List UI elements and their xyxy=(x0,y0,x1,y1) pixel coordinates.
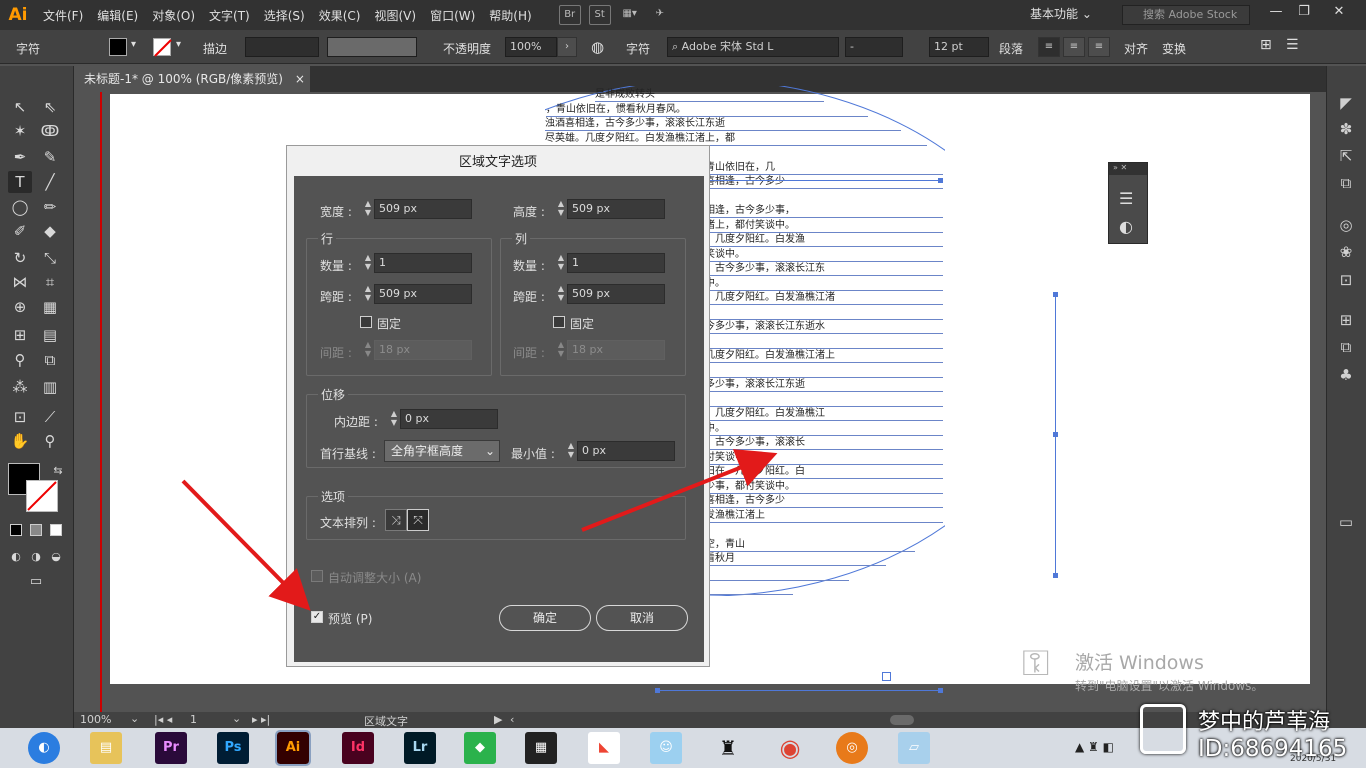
premiere-icon[interactable]: Pr xyxy=(155,732,187,764)
artboard-number-field[interactable]: 1 xyxy=(190,713,197,726)
chevron-left-icon[interactable]: ‹ xyxy=(510,713,514,726)
chat-app-icon[interactable]: ☺ xyxy=(650,732,682,764)
author-name: 梦中的芦苇海 xyxy=(1198,710,1331,735)
activate-windows-watermark: 激活 Windows 转到"电脑设置"以激活 Windows。 xyxy=(1075,648,1263,694)
browser-icon[interactable]: ◐ xyxy=(28,732,60,764)
toutiao-logo-icon xyxy=(1140,704,1186,754)
watermark-title: 激活 Windows xyxy=(1075,652,1204,674)
video-editor-icon[interactable]: ▦ xyxy=(525,732,557,764)
watermark-subtitle: 转到"电脑设置"以激活 Windows。 xyxy=(1075,679,1264,693)
chrome-icon[interactable]: ◉ xyxy=(774,732,806,764)
file-explorer-icon[interactable]: ▤ xyxy=(90,732,122,764)
zoom-field[interactable]: 100% xyxy=(80,713,111,726)
red-app-icon[interactable]: ◣ xyxy=(588,732,620,764)
horizontal-scrollbar-thumb[interactable] xyxy=(890,715,914,725)
author-id: ID:68694165 xyxy=(1198,736,1348,762)
key-icon: ⚿ xyxy=(1022,643,1050,684)
indesign-icon[interactable]: Id xyxy=(342,732,374,764)
first-artboard-icon[interactable]: |◂ ◂ xyxy=(154,713,172,726)
notes-app-icon[interactable]: ▱ xyxy=(898,732,930,764)
chevron-down-icon[interactable]: ⌄ xyxy=(232,712,241,725)
current-tool-label: 区域文字 xyxy=(364,715,408,728)
author-signature: 梦中的芦苇海 ID:68694165 xyxy=(1198,704,1347,762)
arrow-to-preview xyxy=(181,479,311,611)
green-app-icon[interactable]: ◆ xyxy=(464,732,496,764)
status-bar: 100% ⌄ |◂ ◂ 1 ⌄ ▸ ▸| 区域文字 ▶ ‹ xyxy=(74,712,1326,728)
play-icon[interactable]: ▶ xyxy=(494,713,502,726)
chevron-down-icon[interactable]: ⌄ xyxy=(130,712,139,725)
lightroom-icon[interactable]: Lr xyxy=(404,732,436,764)
photoshop-icon[interactable]: Ps xyxy=(217,732,249,764)
illustrator-icon[interactable]: Ai xyxy=(275,730,311,766)
qq-icon[interactable]: ♜ xyxy=(712,732,744,764)
next-artboard-icon[interactable]: ▸ ▸| xyxy=(252,713,270,726)
tray-icons[interactable]: ▲ ♜ ◧ xyxy=(1075,740,1114,754)
orange-app-icon[interactable]: ◎ xyxy=(836,732,868,764)
arrow-to-text xyxy=(581,449,778,532)
